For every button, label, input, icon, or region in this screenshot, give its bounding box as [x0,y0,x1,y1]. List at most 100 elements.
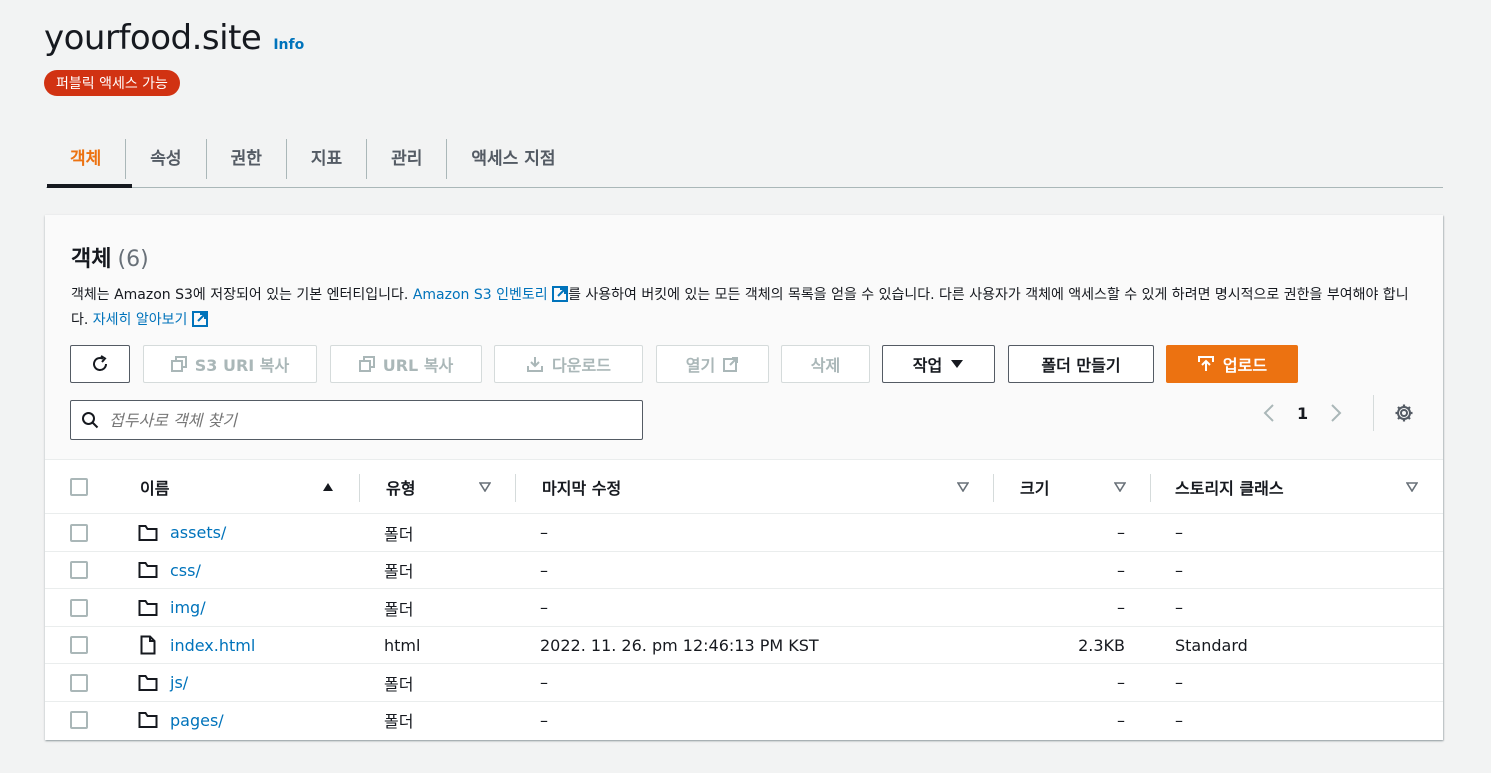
object-modified: – [540,673,548,692]
sort-icon[interactable] [479,482,491,492]
copy-url-button[interactable]: URL 복사 [330,345,482,383]
objects-panel: 객체 (6) 객체는 Amazon S3에 저장되어 있는 기본 엔터티입니다. … [45,215,1443,740]
object-name-link[interactable]: img/ [170,598,206,617]
refresh-button[interactable] [70,345,130,383]
object-size: – [1117,560,1125,580]
chevron-right-icon[interactable] [1330,403,1342,423]
object-name-link[interactable]: js/ [170,673,188,692]
chevron-left-icon[interactable] [1263,403,1275,423]
column-modified[interactable]: 마지막 수정 [542,460,621,514]
sort-icon[interactable] [1114,482,1126,492]
download-label: 다운로드 [552,356,611,375]
pagination: 1 [1263,401,1342,425]
bucket-tabs: 객체 속성 권한 지표 관리 액세스 지점 [46,130,1443,188]
download-icon [527,357,544,372]
current-page[interactable]: 1 [1297,404,1308,423]
copy-s3-uri-button[interactable]: S3 URI 복사 [143,345,317,383]
object-type: 폴더 [384,712,414,731]
column-divider [993,474,994,502]
description-text: 객체는 Amazon S3에 저장되어 있는 기본 엔터티입니다. [71,287,413,303]
object-size: – [1117,710,1125,730]
row-checkbox[interactable] [70,636,88,654]
copy-url-label: URL 복사 [382,356,454,375]
open-button[interactable]: 열기 [656,345,769,383]
objects-count: (6) [117,247,149,272]
object-name-link[interactable]: assets/ [170,523,226,542]
folder-icon [138,599,158,616]
copy-icon [170,356,187,372]
sort-asc-icon[interactable] [322,482,334,492]
tab-properties[interactable]: 속성 [125,138,205,179]
table-row: css/ 폴더 – – – [45,552,1443,589]
caret-down-icon [951,360,964,368]
row-checkbox[interactable] [70,673,88,692]
row-checkbox[interactable] [70,523,88,542]
delete-button[interactable]: 삭제 [781,345,870,383]
column-type[interactable]: 유형 [386,460,415,514]
copy-icon [358,356,375,372]
row-checkbox[interactable] [70,561,88,579]
tab-management[interactable]: 관리 [366,138,446,179]
object-size: 2.3KB [1078,635,1125,655]
row-checkbox[interactable] [70,598,88,617]
tab-metrics[interactable]: 지표 [285,138,366,179]
object-type: 폴더 [384,674,414,694]
gear-icon[interactable] [1394,403,1414,423]
create-folder-button[interactable]: 폴더 만들기 [1008,345,1154,383]
table-row: js/ 폴더 – – – [45,664,1443,702]
copy-s3-uri-label: S3 URI 복사 [194,356,290,375]
object-storage-class: – [1175,560,1183,580]
search-box[interactable] [70,400,643,440]
pager-divider [1373,395,1374,431]
table-row: pages/ 폴더 – – – [45,702,1443,740]
bucket-header: yourfood.site Info 퍼블릭 액세스 가능 [44,18,304,96]
file-icon [140,635,156,655]
folder-icon [138,524,158,541]
object-name-link[interactable]: pages/ [170,711,224,730]
object-name-link[interactable]: index.html [170,636,255,655]
sort-icon[interactable] [1406,482,1418,492]
external-link-icon [552,286,569,302]
column-divider [359,474,360,502]
download-button[interactable]: 다운로드 [494,345,643,383]
upload-label: 업로드 [1222,356,1268,375]
object-size: – [1117,598,1125,617]
column-size[interactable]: 크기 [1020,460,1049,514]
object-modified: – [540,560,548,580]
page-title: yourfood.site [44,18,262,58]
public-access-badge: 퍼블릭 액세스 가능 [44,70,180,96]
column-name[interactable]: 이름 [140,460,169,514]
column-divider [515,474,516,502]
object-size: – [1117,673,1125,692]
object-modified: – [540,598,548,617]
object-type: html [384,635,421,655]
object-storage-class: – [1175,710,1183,730]
actions-button[interactable]: 작업 [882,345,995,383]
object-size: – [1117,523,1125,542]
upload-icon [1197,356,1214,371]
object-type: 폴더 [384,599,414,619]
select-all-checkbox[interactable] [70,478,88,496]
inventory-link[interactable]: Amazon S3 인벤토리 [413,287,548,303]
search-icon [82,412,99,429]
folder-icon [138,562,158,578]
upload-button[interactable]: 업로드 [1166,345,1298,383]
tab-objects[interactable]: 객체 [46,139,125,179]
info-link[interactable]: Info [273,37,304,53]
tab-permissions[interactable]: 권한 [205,138,286,179]
external-link-icon [191,311,208,327]
tab-access-points[interactable]: 액세스 지점 [446,138,579,179]
refresh-icon [93,355,107,371]
object-modified: 2022. 11. 26. pm 12:46:13 PM KST [540,635,819,655]
column-storage-class[interactable]: 스토리지 클래스 [1175,460,1284,514]
objects-heading: 객체 (6) [71,241,149,273]
row-checkbox[interactable] [70,711,88,729]
sort-icon[interactable] [957,482,969,492]
table-row: assets/ 폴더 – – – [45,514,1443,552]
object-type: 폴더 [384,562,414,581]
learn-more-link[interactable]: 자세히 알아보기 [93,312,188,328]
search-input[interactable] [109,410,609,430]
object-storage-class: – [1175,523,1183,542]
open-label: 열기 [685,356,716,375]
object-name-link[interactable]: css/ [170,561,201,580]
